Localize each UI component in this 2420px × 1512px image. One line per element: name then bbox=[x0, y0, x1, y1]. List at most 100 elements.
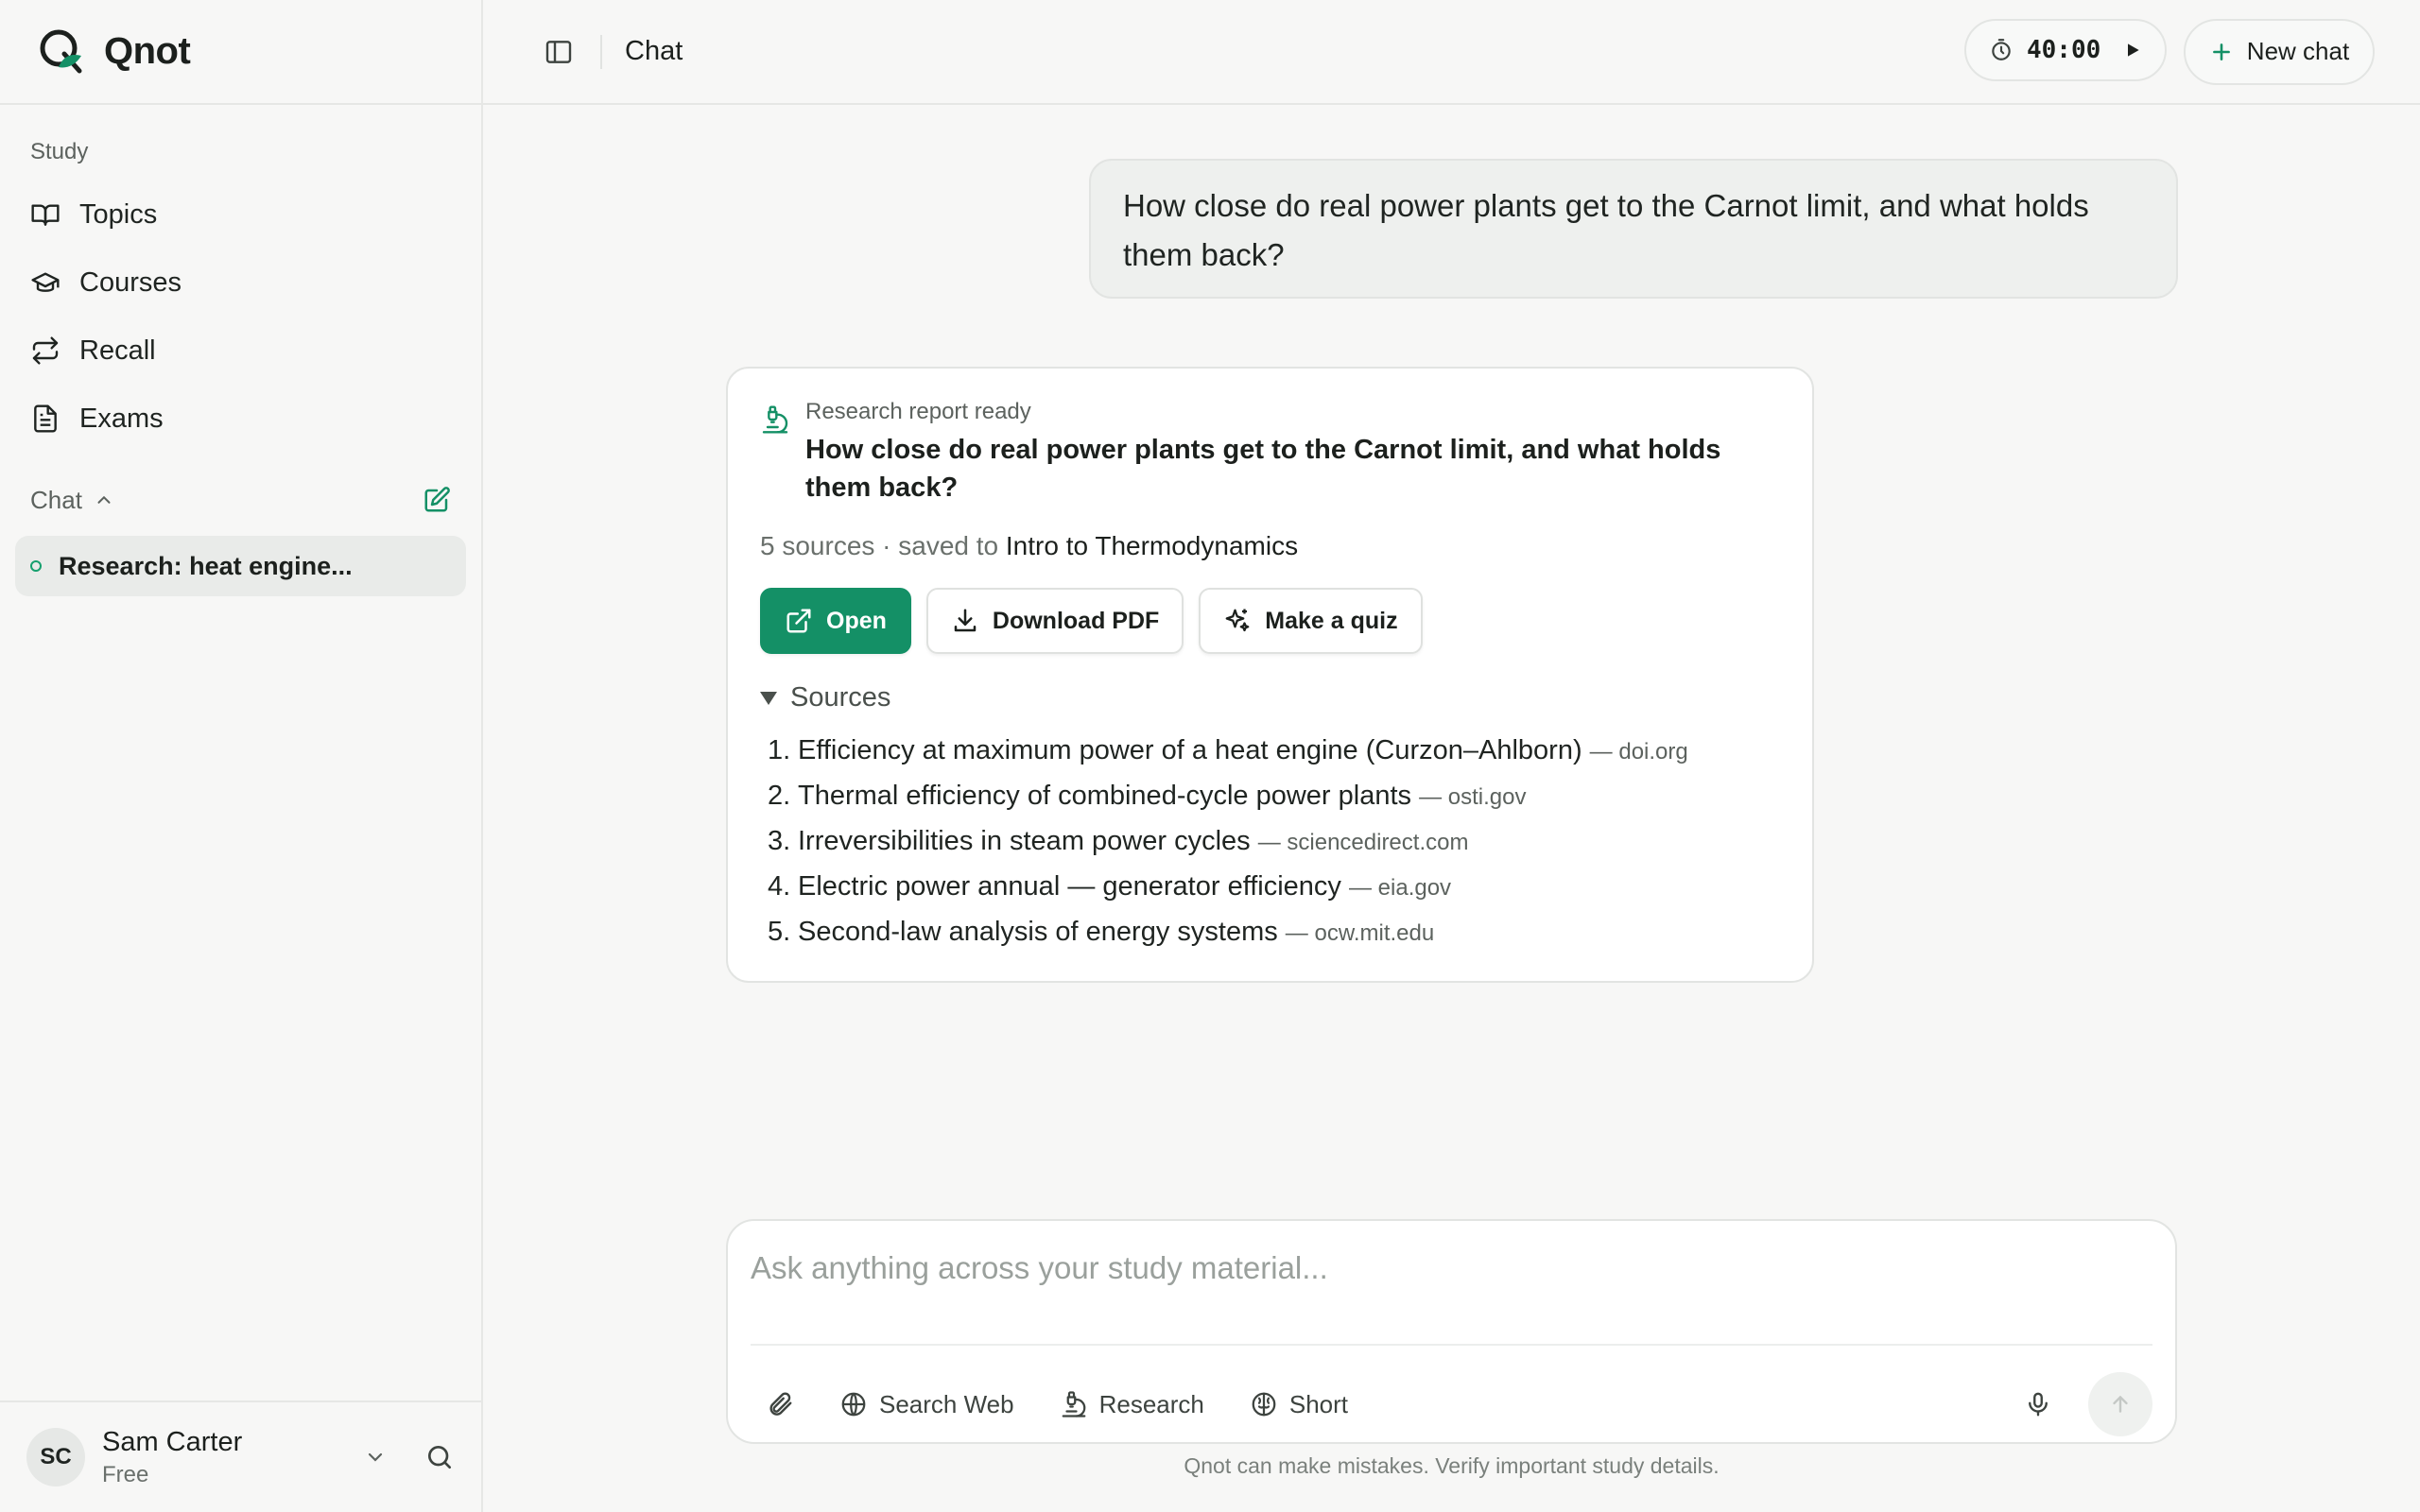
paperclip-icon bbox=[766, 1390, 794, 1418]
plus-icon bbox=[2209, 40, 2234, 64]
timer-value: 40:00 bbox=[2027, 35, 2101, 64]
source-item[interactable]: 3. Irreversibilities in steam power cycle… bbox=[768, 818, 1688, 864]
stopwatch-icon bbox=[1989, 38, 2014, 62]
search-web-label: Search Web bbox=[879, 1389, 1014, 1418]
chat-section-label: Chat bbox=[30, 485, 82, 514]
sidebar-item-recall[interactable]: Recall bbox=[0, 317, 481, 385]
source-number: 5. bbox=[768, 917, 791, 947]
open-button[interactable]: Open bbox=[760, 588, 911, 654]
quiz-label: Make a quiz bbox=[1265, 607, 1398, 634]
top-actions: 40:00 New chat bbox=[1964, 18, 2375, 85]
study-timer[interactable]: 40:00 bbox=[1964, 18, 2167, 81]
source-item[interactable]: 2. Thermal efficiency of combined-cycle p… bbox=[768, 773, 1688, 818]
sidebar-item-label: Courses bbox=[79, 266, 182, 298]
research-button[interactable]: Research bbox=[1060, 1390, 1204, 1419]
arrow-up-icon bbox=[2108, 1392, 2133, 1417]
divider bbox=[600, 34, 602, 69]
user-message: How close do real power plants get to th… bbox=[1089, 159, 2178, 299]
chat-input[interactable] bbox=[751, 1240, 2150, 1297]
source-title: Efficiency at maximum power of a heat en… bbox=[798, 735, 1582, 765]
research-label: Research bbox=[1098, 1389, 1204, 1418]
user-name: Sam Carter bbox=[102, 1426, 243, 1457]
source-number: 1. bbox=[768, 735, 791, 765]
brand[interactable]: Qnot bbox=[0, 0, 481, 105]
triangle-down-icon bbox=[760, 691, 777, 705]
report-course-link[interactable]: Intro to Thermodynamics bbox=[1006, 531, 1298, 560]
source-title: Second-law analysis of energy systems bbox=[798, 917, 1278, 947]
sidebar-item-courses[interactable]: Courses bbox=[0, 249, 481, 317]
microphone-icon[interactable] bbox=[2024, 1390, 2052, 1418]
report-status: Research report ready bbox=[805, 399, 1031, 424]
send-button[interactable] bbox=[2088, 1372, 2152, 1436]
sidebar-item-exams[interactable]: Exams bbox=[0, 385, 481, 453]
source-domain: — doi.org bbox=[1589, 739, 1688, 765]
sidebar-item-label: Recall bbox=[79, 335, 156, 366]
new-chat-button[interactable]: New chat bbox=[2184, 18, 2375, 85]
sidebar-chat-item[interactable]: Research: heat engine... bbox=[15, 536, 466, 596]
source-number: 3. bbox=[768, 826, 791, 856]
make-quiz-button[interactable]: Make a quiz bbox=[1199, 588, 1423, 654]
short-label: Short bbox=[1288, 1389, 1349, 1418]
chat-item-label: Research: heat engine... bbox=[59, 551, 353, 580]
report-meta: 5 sources · saved to Intro to Thermodyna… bbox=[760, 531, 1298, 561]
chevron-down-icon[interactable] bbox=[364, 1446, 387, 1469]
source-domain: — sciencedirect.com bbox=[1257, 830, 1469, 855]
source-title: Irreversibilities in steam power cycles bbox=[798, 826, 1251, 856]
play-icon[interactable] bbox=[2123, 41, 2142, 60]
source-domain: — osti.gov bbox=[1419, 784, 1527, 810]
composer-right-actions bbox=[2024, 1372, 2152, 1436]
source-title: Electric power annual — generator effici… bbox=[798, 871, 1341, 902]
new-chat-label: New chat bbox=[2246, 37, 2350, 65]
sidebar-item-topics[interactable]: Topics bbox=[0, 180, 481, 249]
sidebar-item-label: Topics bbox=[79, 198, 158, 230]
avatar[interactable]: SC bbox=[26, 1428, 85, 1486]
page-title: Chat bbox=[625, 36, 683, 66]
external-link-icon bbox=[785, 607, 813, 635]
report-header: Research report ready How close do real … bbox=[760, 399, 1770, 507]
repeat-icon bbox=[30, 335, 60, 366]
report-actions: Open Download PDF Make a quiz bbox=[760, 588, 1423, 654]
chevron-up-icon bbox=[94, 490, 114, 510]
source-domain: — eia.gov bbox=[1349, 875, 1452, 901]
search-icon[interactable] bbox=[424, 1442, 455, 1472]
qnot-logo-icon bbox=[36, 26, 89, 78]
composer-toolbar: Search Web Research Short bbox=[766, 1372, 2152, 1436]
report-source-count: 5 sources · saved to bbox=[760, 531, 1006, 560]
source-domain: — ocw.mit.edu bbox=[1285, 920, 1435, 946]
attach-button[interactable] bbox=[766, 1390, 794, 1418]
short-mode-button[interactable]: Short bbox=[1250, 1390, 1348, 1419]
source-item[interactable]: 4. Electric power annual — generator effi… bbox=[768, 864, 1688, 909]
open-label: Open bbox=[826, 607, 887, 634]
microscope-icon bbox=[760, 404, 790, 507]
sources-toggle[interactable]: Sources bbox=[760, 682, 890, 713]
user-bar: SC Sam Carter Free bbox=[0, 1400, 481, 1512]
sources-list: 1. Efficiency at maximum power of a heat … bbox=[768, 728, 1688, 954]
search-web-button[interactable]: Search Web bbox=[839, 1390, 1014, 1419]
sidebar: Qnot Study Topics Courses Recall Exams C… bbox=[0, 0, 483, 1512]
composer: Search Web Research Short bbox=[726, 1219, 2177, 1444]
brand-name: Qnot bbox=[104, 30, 191, 72]
study-section-label: Study bbox=[30, 139, 89, 164]
user-info[interactable]: Sam Carter Free bbox=[102, 1427, 364, 1488]
disclaimer: Qnot can make mistakes. Verify important… bbox=[1184, 1453, 1720, 1478]
sidebar-toggle-icon[interactable] bbox=[542, 35, 576, 69]
download-label: Download PDF bbox=[992, 607, 1160, 634]
research-report-card: Research report ready How close do real … bbox=[726, 367, 1814, 983]
compose-icon[interactable] bbox=[423, 486, 451, 514]
sidebar-item-label: Exams bbox=[79, 403, 164, 434]
source-number: 4. bbox=[768, 871, 791, 902]
book-open-icon bbox=[30, 199, 60, 230]
graduation-cap-icon bbox=[30, 267, 60, 298]
top-bar: Chat 40:00 New chat bbox=[483, 0, 2420, 105]
active-dot-icon bbox=[30, 560, 42, 572]
source-number: 2. bbox=[768, 781, 791, 811]
download-pdf-button[interactable]: Download PDF bbox=[925, 588, 1184, 654]
study-nav: Topics Courses Recall Exams bbox=[0, 180, 481, 453]
source-title: Thermal efficiency of combined-cycle pow… bbox=[798, 781, 1412, 811]
report-title: How close do real power plants get to th… bbox=[805, 435, 1721, 503]
chat-section-toggle[interactable]: Chat bbox=[30, 486, 114, 515]
microscope-icon bbox=[1060, 1390, 1088, 1418]
source-item[interactable]: 5. Second-law analysis of energy systems … bbox=[768, 909, 1688, 954]
file-text-icon bbox=[30, 404, 60, 434]
source-item[interactable]: 1. Efficiency at maximum power of a heat … bbox=[768, 728, 1688, 773]
